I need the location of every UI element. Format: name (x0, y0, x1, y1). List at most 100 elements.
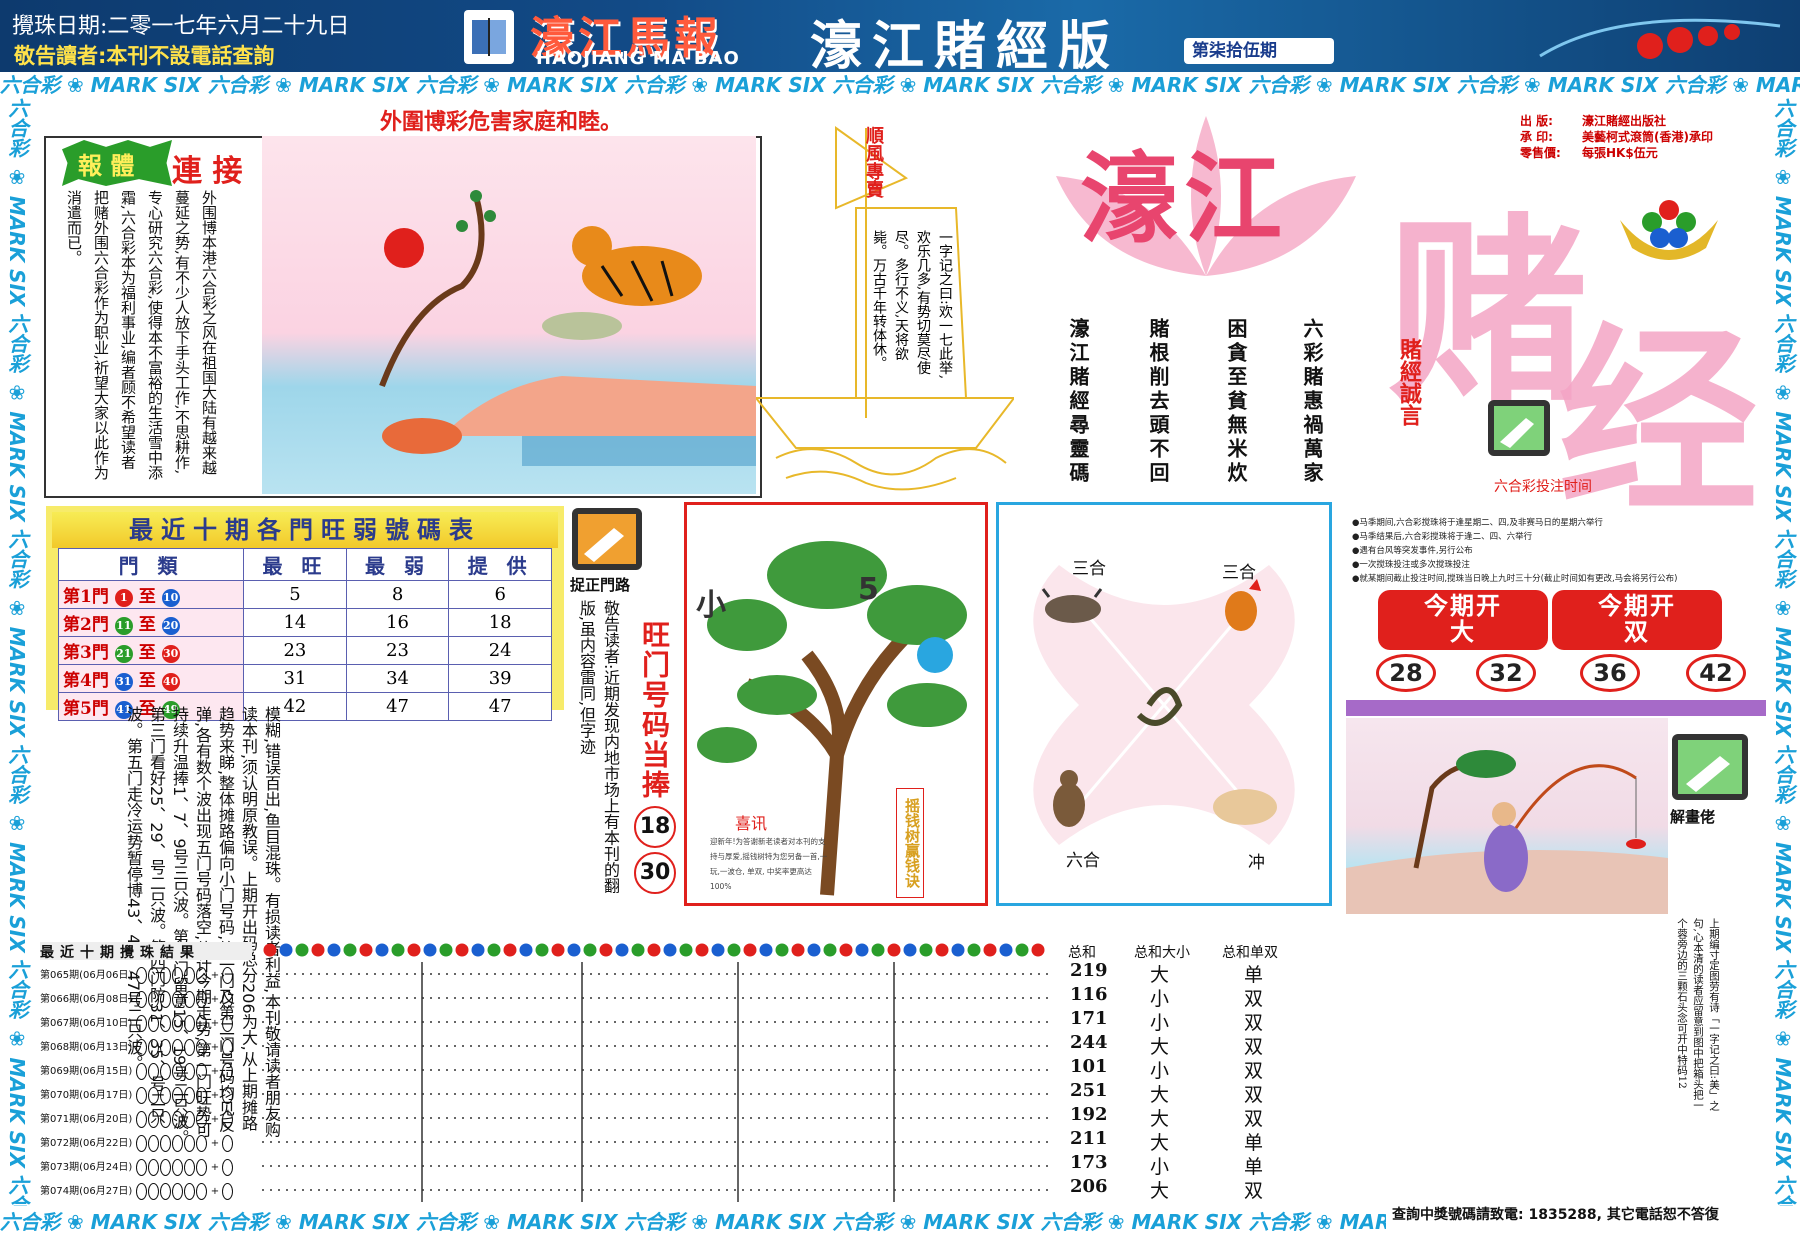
number-ball-icon (807, 943, 821, 957)
ball-slot-icon (171, 1110, 183, 1128)
number-ball-icon (343, 943, 357, 957)
result-sum: 211 (1070, 1128, 1108, 1149)
ball-slot-icon (147, 1110, 159, 1128)
printer: 美藝柯式滾筒(香港)承印 (1582, 130, 1713, 144)
gate-name: 第1門 (63, 587, 109, 607)
bet-note-5: ●就某期间截止投注时间,搅珠当日晚上九时三十分(截止时间如有更改,马会将另行公布… (1352, 574, 1678, 584)
number-ball-icon (503, 943, 517, 957)
number-ball-icon (535, 943, 549, 957)
result-row: 第066期(06月08日) + (40, 990, 234, 1008)
gate-name: 第2門 (63, 615, 109, 635)
tip-cell: 6 (448, 580, 552, 609)
ball-slot-icon (183, 1014, 195, 1032)
number-ball-icon (599, 943, 613, 957)
number-ball-icon (583, 943, 597, 957)
ball-slot-icon (159, 966, 171, 984)
ball-slot-icon (171, 1014, 183, 1032)
number-ball-icon (791, 943, 805, 957)
gate-cell: 第2門 11 至 20 (57, 608, 245, 637)
result-period: 第069期(06月15日) (40, 1066, 133, 1077)
poem-line-3: 賭根削去頭不回 (1146, 318, 1170, 486)
hot-cold-table: 門 類 最 旺 最 弱 提 供 第1門 1 至 10 5 8 6 第2門 11 至 20… (57, 548, 552, 721)
gate-cell: 第1門 1 至 10 (57, 580, 245, 609)
result-sum: 206 (1070, 1176, 1108, 1197)
ball-slot-icon (171, 1062, 183, 1080)
result-parity: 双 (1244, 1060, 1264, 1082)
ball-slot-icon (195, 1014, 207, 1032)
sail-verse: 一字记之曰:欢一七此举,欢乐几多,有势切莫尽使尽。多行不义,天将欲毙。万古千年转… (871, 230, 953, 380)
table-row: 第3門 21 至 30 23 23 24 (57, 636, 552, 665)
ball-slot-icon (195, 1182, 207, 1200)
ball-slot-icon (171, 1182, 183, 1200)
number-ball-icon (391, 943, 405, 957)
zodiac-label-bottom-right: 冲 (1248, 853, 1265, 873)
ball-slot-icon (159, 1110, 171, 1128)
lead-article: 外围博本港六合彩之风在祖国大陆有越来越蔓延之势,有不少人放下手头工作,不思耕作,… (65, 190, 218, 480)
number-ball-icon (951, 943, 965, 957)
masthead: 攪珠日期:二零一七年六月二十九日 敬告讀者:本刊不設電話查詢 濠江馬報 HAOJ… (0, 0, 1800, 72)
result-parity: 单 (1244, 964, 1264, 986)
marquee-bottom: 六合彩 ❀ MARK SIX 六合彩 ❀ MARK SIX 六合彩 ❀ MARK… (0, 1208, 1386, 1236)
picture-interpreter-label: 解畫佬 (1670, 808, 1716, 826)
result-size: 小 (1150, 1012, 1170, 1034)
ball-slot-icon (135, 990, 147, 1008)
result-period: 第071期(06月20日) (40, 1114, 133, 1125)
brand-title-main: 濠江 (1080, 142, 1289, 257)
zodiac-label-top-right: 三合 (1222, 563, 1256, 583)
ball-slot-icon (222, 1158, 234, 1176)
publisher-label: 出 版: (1520, 114, 1553, 128)
hot-number-1: 18 (634, 806, 676, 848)
number-ball-icon (295, 943, 309, 957)
ball-slot-icon (147, 966, 159, 984)
ball-slot-icon (222, 1014, 234, 1032)
counterfeit-notice: 敬告读者:近期发现内地市场上有本刊的翻版,虽内容雷同,但字迹 (577, 600, 620, 894)
divider-bar (1346, 700, 1766, 716)
tiger-icon (572, 226, 702, 306)
ball-slot-icon (147, 1158, 159, 1176)
number-ball-icon (823, 943, 837, 957)
ball-slot-icon (195, 966, 207, 984)
ball-slot-icon (159, 1134, 171, 1152)
ball-slot-icon (147, 1134, 159, 1152)
result-parity: 双 (1244, 1036, 1264, 1058)
result-parity: 双 (1244, 1084, 1264, 1106)
tree-hint-left: 小 (696, 588, 726, 623)
zodiac-label-top-left: 三合 (1072, 559, 1106, 579)
tree-hint-right: 5 (858, 572, 879, 607)
ball-slot-icon (135, 1038, 147, 1056)
result-sum: 171 (1070, 1008, 1108, 1029)
number-ball-icon (887, 943, 901, 957)
cold-cell: 8 (345, 580, 450, 609)
cold-cell: 16 (345, 608, 450, 637)
ball-slot-icon (195, 1134, 207, 1152)
ball-slot-icon (195, 1086, 207, 1104)
ball-slot-icon (135, 1182, 147, 1200)
current-parity-value: 双 (1624, 618, 1650, 646)
result-row: 第073期(06月24日) + (40, 1158, 234, 1176)
pointing-hand-icon (572, 508, 642, 570)
footer-hotline: 查詢中獎號碼請致電: 1835288, 其它電話恕不答復 (1388, 1204, 1723, 1224)
result-sum: 173 (1070, 1152, 1108, 1173)
result-period: 第073期(06月24日) (40, 1162, 133, 1173)
pig-icon (1213, 789, 1277, 825)
poem-line-1: 六彩賭惠禍萬家 (1300, 318, 1324, 486)
tiger-illustration (262, 136, 756, 494)
result-size: 大 (1150, 964, 1170, 986)
number-ball-icon (839, 943, 853, 957)
pointing-hand-icon (1488, 400, 1550, 456)
results-trend-grid (262, 962, 1052, 1202)
number-ball-icon (999, 943, 1013, 957)
ball-slot-icon (159, 1086, 171, 1104)
bet-note-2: ●马季结果后,六合彩搅珠将于逢二、四、六举行 (1352, 532, 1533, 542)
cold-cell: 47 (345, 692, 450, 721)
number-ball-icon (983, 943, 997, 957)
result-size: 大 (1150, 1180, 1170, 1202)
ball-slot-icon (135, 1134, 147, 1152)
number-ball-icon (359, 943, 373, 957)
number-ball-icon (423, 943, 437, 957)
reader-warning: 敬告讀者:本刊不設電話查詢 (14, 44, 275, 68)
ball-slot-icon (195, 990, 207, 1008)
ball-slot-icon (183, 1134, 195, 1152)
paper-name-en: HAOJIANG MA BAO (536, 48, 740, 69)
ball-slot-icon (195, 1062, 207, 1080)
